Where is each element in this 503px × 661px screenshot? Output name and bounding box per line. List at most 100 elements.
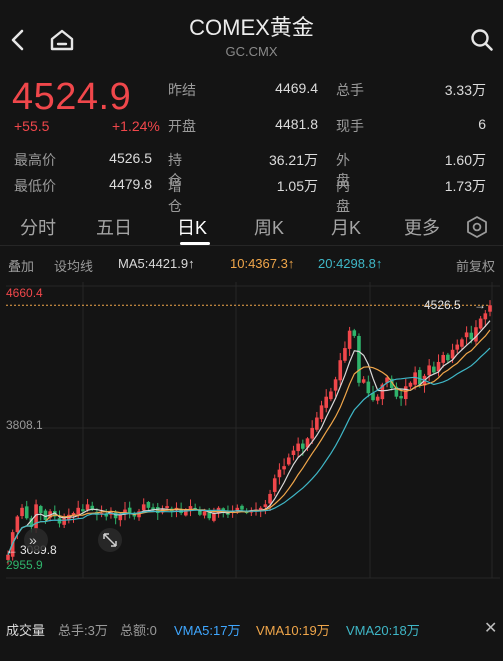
volume-row: 成交量 总手:3万 总额:0 VMA5:17万 VMA10:19万 VMA20:…	[0, 618, 503, 638]
search-icon	[471, 29, 493, 51]
y-axis-top-label: 4660.4	[6, 286, 43, 300]
candle-body	[146, 501, 151, 508]
candle-body	[483, 313, 488, 320]
vma10-value: VMA10:19万	[256, 623, 330, 638]
last-price-arrow-icon: →	[474, 298, 486, 312]
ma-lines	[7, 320, 491, 555]
candle-body	[310, 427, 314, 439]
candle-body	[76, 507, 80, 515]
ma-line-MA5	[7, 320, 491, 555]
period-tabs: 分时 五日 日K 周K 月K 更多	[0, 206, 503, 246]
prev-close-value: 4469.4	[275, 80, 318, 96]
position-value: 36.21万	[268, 152, 318, 168]
fullscreen-button[interactable]	[98, 528, 122, 552]
candle-body	[338, 360, 343, 381]
candle-body	[352, 330, 357, 336]
candle-body	[488, 305, 492, 312]
adjust-mode-button[interactable]: 前复权	[456, 256, 495, 275]
tab-intraday[interactable]: 分时	[20, 214, 56, 240]
tab-five-day[interactable]: 五日	[96, 214, 132, 240]
overlay-button[interactable]: 叠加	[8, 256, 34, 275]
ma5-value: MA5:4421.9↑	[118, 256, 195, 271]
candle-body	[399, 396, 403, 399]
double-chevron-right-icon: »	[29, 532, 37, 548]
candle-body	[455, 344, 460, 350]
candlestick-chart[interactable]: 4660.4 3808.1 2955.9 4526.5 → ← 3089.8 »…	[0, 278, 503, 588]
indicator-row: 叠加 设均线 MA5:4421.9↑ 10:4367.3↑ 20:4298.8↑…	[0, 254, 503, 274]
ma5-text: MA5:4421.9↑	[118, 256, 195, 271]
candle-body	[441, 355, 446, 363]
candle-body	[418, 369, 422, 385]
candle-body	[81, 509, 85, 512]
volume-total: 总手:3万	[58, 623, 108, 638]
open-label: 开盘	[168, 118, 196, 134]
current-volume-label: 现手	[336, 118, 364, 134]
candle-body	[296, 443, 300, 452]
candle-body	[301, 443, 305, 449]
prev-close-label: 昨结	[168, 82, 196, 98]
ma-line-10	[7, 329, 491, 555]
tab-monthly-k[interactable]: 月K	[331, 214, 361, 240]
candle-body	[212, 513, 216, 521]
open-value: 4481.8	[275, 116, 318, 132]
price-change-pct: +1.24%	[112, 118, 160, 134]
candle-body	[357, 335, 361, 383]
tab-weekly-k[interactable]: 周K	[254, 214, 284, 240]
settings-hexagon-icon	[467, 216, 487, 238]
candle-body	[446, 354, 450, 361]
candle-body	[165, 506, 169, 509]
set-ma-button[interactable]: 设均线	[54, 256, 93, 275]
candle-body	[20, 507, 24, 517]
candle-body	[118, 514, 123, 521]
chart-grid	[6, 282, 500, 579]
candle-body	[263, 504, 268, 507]
candle-body	[198, 510, 202, 515]
candle-body	[319, 405, 324, 420]
candle-body	[15, 516, 20, 533]
candle-body	[469, 332, 474, 340]
total-volume-value: 3.33万	[444, 82, 486, 98]
increase-value: 1.05万	[276, 178, 318, 194]
candle-body	[343, 348, 347, 361]
candle-body	[347, 330, 352, 349]
close-icon[interactable]: ✕	[484, 618, 497, 638]
price-change: +55.5	[14, 118, 50, 134]
vma5-value: VMA5:17万	[174, 623, 241, 638]
candle-body	[460, 339, 464, 347]
header: COMEX黄金 GC.CMX	[0, 0, 503, 70]
candle-body	[464, 332, 469, 338]
total-volume-label: 总手	[336, 82, 364, 98]
high-value: 4526.5	[109, 150, 152, 166]
candle-body	[24, 506, 29, 519]
y-axis-mid-label: 3808.1	[6, 418, 43, 432]
chart-settings-button[interactable]	[464, 214, 490, 240]
tab-more[interactable]: 更多	[404, 214, 440, 240]
volume-amount: 总额:0	[120, 623, 157, 638]
candle-body	[432, 366, 436, 373]
low-value: 4479.8	[109, 176, 152, 192]
active-tab-indicator	[180, 242, 210, 245]
candle-body	[403, 386, 408, 400]
inner-value: 1.73万	[444, 178, 486, 194]
scroll-left-button[interactable]: »	[24, 528, 48, 552]
ma20-value: 20:4298.8↑	[318, 256, 383, 271]
candle-body	[361, 379, 366, 383]
candle-body	[127, 507, 132, 514]
quote-panel: 4524.9 +55.5 +1.24% 昨结 4469.4 开盘 4481.8 …	[0, 70, 503, 214]
candle-body	[62, 518, 66, 525]
ma-line-20	[7, 347, 491, 555]
candle-body	[427, 365, 431, 376]
tab-daily-k[interactable]: 日K	[177, 214, 207, 240]
candles	[6, 300, 492, 565]
candle-body	[141, 504, 146, 511]
candle-body	[268, 493, 272, 504]
candle-body	[202, 511, 207, 516]
volume-label[interactable]: 成交量	[6, 620, 45, 639]
candle-body	[188, 506, 193, 510]
candle-body	[408, 382, 413, 387]
candle-body	[329, 391, 333, 400]
candle-body	[286, 457, 291, 465]
candle-body	[291, 450, 296, 456]
search-button[interactable]	[466, 24, 498, 56]
candle-body	[450, 349, 455, 359]
